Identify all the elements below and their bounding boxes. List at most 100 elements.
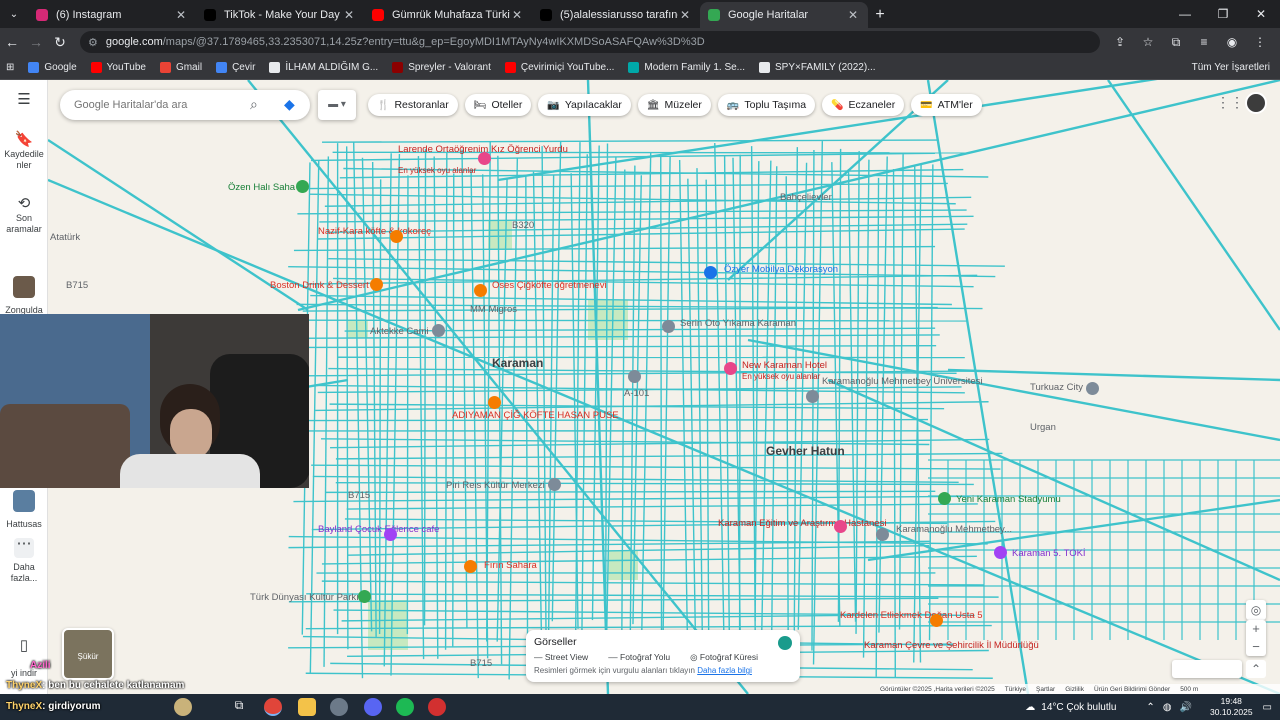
media-icon[interactable]: ≡ xyxy=(1190,35,1218,49)
map-label-serin[interactable]: Serin Oto Yıkama Karaman xyxy=(680,318,796,329)
zoom-out-button[interactable]: − xyxy=(1246,638,1266,656)
map-pin-icon[interactable] xyxy=(704,266,717,279)
my-location-icon[interactable]: ◎ xyxy=(1246,600,1266,620)
map-pin-icon[interactable] xyxy=(662,320,675,333)
map-label-bahcelievler[interactable]: Bahçelievler xyxy=(780,192,832,203)
satellite-layer-thumb[interactable]: Şükür xyxy=(62,628,114,680)
imagery-toggle[interactable] xyxy=(778,636,792,650)
map-pin-icon[interactable] xyxy=(474,284,487,297)
map-pin-icon[interactable] xyxy=(488,396,501,409)
map-label-hospital[interactable]: Karaman Eğitim ve Araştırma Hastanesi xyxy=(718,518,886,529)
map-label-kmu1[interactable]: Karamanoğlu Mehmetbey Üniversitesi xyxy=(822,376,983,387)
bookmark-item[interactable]: SPY×FAMILY (2022)... xyxy=(759,62,876,73)
map-label-road-b715c[interactable]: B715 xyxy=(470,658,492,669)
map-label-toki[interactable]: Karaman 5. TOKİ xyxy=(1012,548,1086,559)
footer-privacy[interactable]: Gizlilik xyxy=(1065,686,1084,693)
tab-0[interactable]: (6) Instagram ✕ xyxy=(28,2,196,28)
map-label-migros[interactable]: MM Migros xyxy=(470,304,517,315)
footer-country[interactable]: Türkiye xyxy=(1005,686,1026,693)
map-type-strip[interactable] xyxy=(1172,660,1242,678)
map-label-turkuaz[interactable]: Turkuaz City xyxy=(1030,382,1083,393)
map-pin-icon[interactable] xyxy=(930,614,943,627)
map-label-oses[interactable]: Oses Çiğköfte öğretmenevi xyxy=(492,280,607,291)
tab-close-icon[interactable]: ✕ xyxy=(510,8,524,22)
map-pin-icon[interactable] xyxy=(478,152,491,165)
chip-1[interactable]: 🛏 Oteller xyxy=(464,94,532,116)
map-label-adiyaman[interactable]: ADIYAMAN ÇİĞ KÖFTE HASAN PUSE xyxy=(452,410,619,421)
widgets-icon[interactable] xyxy=(174,698,192,716)
tab-4[interactable]: Google Haritalar ✕ xyxy=(700,2,868,28)
map-pin-icon[interactable] xyxy=(938,492,951,505)
tab-search-icon[interactable]: ⌄ xyxy=(0,0,28,28)
zoom-in-button[interactable]: + xyxy=(1246,620,1266,638)
chip-5[interactable]: 💊 Eczaneler xyxy=(822,94,905,116)
map-label-turkdunyasi[interactable]: Türk Dünyası Kültür Parkı xyxy=(250,592,359,603)
map-area[interactable]: ☰ 🔖 Kaydedile nler ⟲ Son aramalar Zongulda… xyxy=(0,80,1280,694)
recent-hattusas[interactable]: Hattusas xyxy=(0,490,48,530)
address-bar[interactable]: ⚙ google.com/maps/@37.1789465,33.2353071… xyxy=(80,31,1100,53)
chip-2[interactable]: 📷 Yapılacaklar xyxy=(538,94,631,116)
map-pin-icon[interactable] xyxy=(1086,382,1099,395)
directions-icon[interactable]: ◆ xyxy=(284,96,295,113)
minimize-icon[interactable]: — xyxy=(1166,0,1204,28)
map-label-kmu2[interactable]: Karamanoğlu Mehmetbey... xyxy=(896,524,1012,535)
menu-hamburger-icon[interactable]: ☰ xyxy=(0,92,48,109)
network-icon[interactable]: ◍ xyxy=(1163,702,1172,713)
weather-text[interactable]: 14°C Çok bulutlu xyxy=(1041,702,1116,713)
search-input[interactable] xyxy=(74,99,244,111)
bookmark-item[interactable]: Çevirimiçi YouTube... xyxy=(504,62,614,73)
map-label-ozyer[interactable]: Özyer Mobilya Dekorasyon xyxy=(724,264,838,275)
chip-0[interactable]: 🍴 Restoranlar xyxy=(368,94,458,116)
tab-close-icon[interactable]: ✕ xyxy=(174,8,188,22)
bookmark-item[interactable]: YouTube xyxy=(90,62,146,73)
learn-more-link[interactable]: Daha fazla bilgi xyxy=(697,666,752,675)
close-icon[interactable]: ✕ xyxy=(1242,0,1280,28)
weather-icon[interactable]: ☁ xyxy=(1025,702,1035,713)
footer-feedback[interactable]: Ürün Geri Bildirimi Gönder xyxy=(1094,686,1170,693)
bookmark-item[interactable]: Gmail xyxy=(159,62,202,73)
layer-toggle-button[interactable]: ▬ ▾ xyxy=(318,90,356,120)
map-pin-icon[interactable] xyxy=(384,528,397,541)
tray-expand-icon[interactable]: ⌃ xyxy=(1146,702,1154,713)
map-pin-icon[interactable] xyxy=(834,520,847,533)
spotify-icon[interactable] xyxy=(396,698,414,716)
expand-icon[interactable]: ⌃ xyxy=(1246,660,1266,678)
scale-bar[interactable]: 500 m xyxy=(1180,686,1198,693)
bookmark-star-icon[interactable]: ☆ xyxy=(1134,35,1162,49)
task-view-icon[interactable]: ⧉ xyxy=(230,698,248,716)
all-bookmarks[interactable]: Tüm Yer İşaretleri xyxy=(1192,56,1270,80)
phone-icon[interactable]: ▯ xyxy=(0,638,48,655)
map-pin-icon[interactable] xyxy=(432,324,445,337)
tab-3[interactable]: (5)alalessiarusso tarafından oluş✕ xyxy=(532,2,700,28)
map-label-kardelen[interactable]: Kardelen Etliekmek Doğan Usta 5 xyxy=(840,610,983,621)
bookmark-item[interactable]: İLHAM ALDIĞIM G... xyxy=(269,62,378,73)
volume-icon[interactable]: 🔊 xyxy=(1180,702,1192,713)
recent-button[interactable]: ⟲ Son aramalar xyxy=(0,196,48,235)
explorer-icon[interactable] xyxy=(298,698,316,716)
map-pin-icon[interactable] xyxy=(548,478,561,491)
chrome-icon[interactable] xyxy=(264,698,282,716)
obs-icon[interactable] xyxy=(428,698,446,716)
map-pin-icon[interactable] xyxy=(370,278,383,291)
map-label-stadium[interactable]: Yeni Karaman Stadyumu xyxy=(956,494,1061,505)
map-label-bayland[interactable]: Bayland Çocuk Eğlence cafe xyxy=(318,524,439,535)
more-button[interactable]: ⋯ Daha fazla... xyxy=(0,536,48,584)
chip-3[interactable]: 🏛 Müzeler xyxy=(637,94,711,116)
map-label-road-b320[interactable]: B320 xyxy=(512,220,534,231)
map-pin-icon[interactable] xyxy=(390,230,403,243)
map-label-boston[interactable]: Boston Drink & Dessert xyxy=(270,280,369,291)
profile-icon[interactable]: ◉ xyxy=(1218,35,1246,49)
map-label-road-b715a[interactable]: B715 xyxy=(66,280,88,291)
map-pin-icon[interactable] xyxy=(464,560,477,573)
map-label-firin[interactable]: Fırın Sahara xyxy=(484,560,537,571)
reload-icon[interactable]: ↻ xyxy=(48,34,72,51)
map-label-karaman[interactable]: Karaman xyxy=(492,356,543,370)
saved-button[interactable]: 🔖 Kaydedile nler xyxy=(0,132,48,171)
map-label-ozenhali[interactable]: Özen Halı Saha xyxy=(228,182,295,193)
map-label-atatürk[interactable]: Atatürk xyxy=(50,232,80,243)
tab-2[interactable]: Gümrük Muhafaza Türkiye 15. |✕ xyxy=(364,2,532,28)
footer-terms[interactable]: Şartlar xyxy=(1036,686,1055,693)
clock[interactable]: 19:48 30.10.2025 xyxy=(1210,696,1253,718)
tab-close-icon[interactable]: ✕ xyxy=(342,8,356,22)
map-label-newkaraman[interactable]: New Karaman Hotel xyxy=(742,360,827,371)
